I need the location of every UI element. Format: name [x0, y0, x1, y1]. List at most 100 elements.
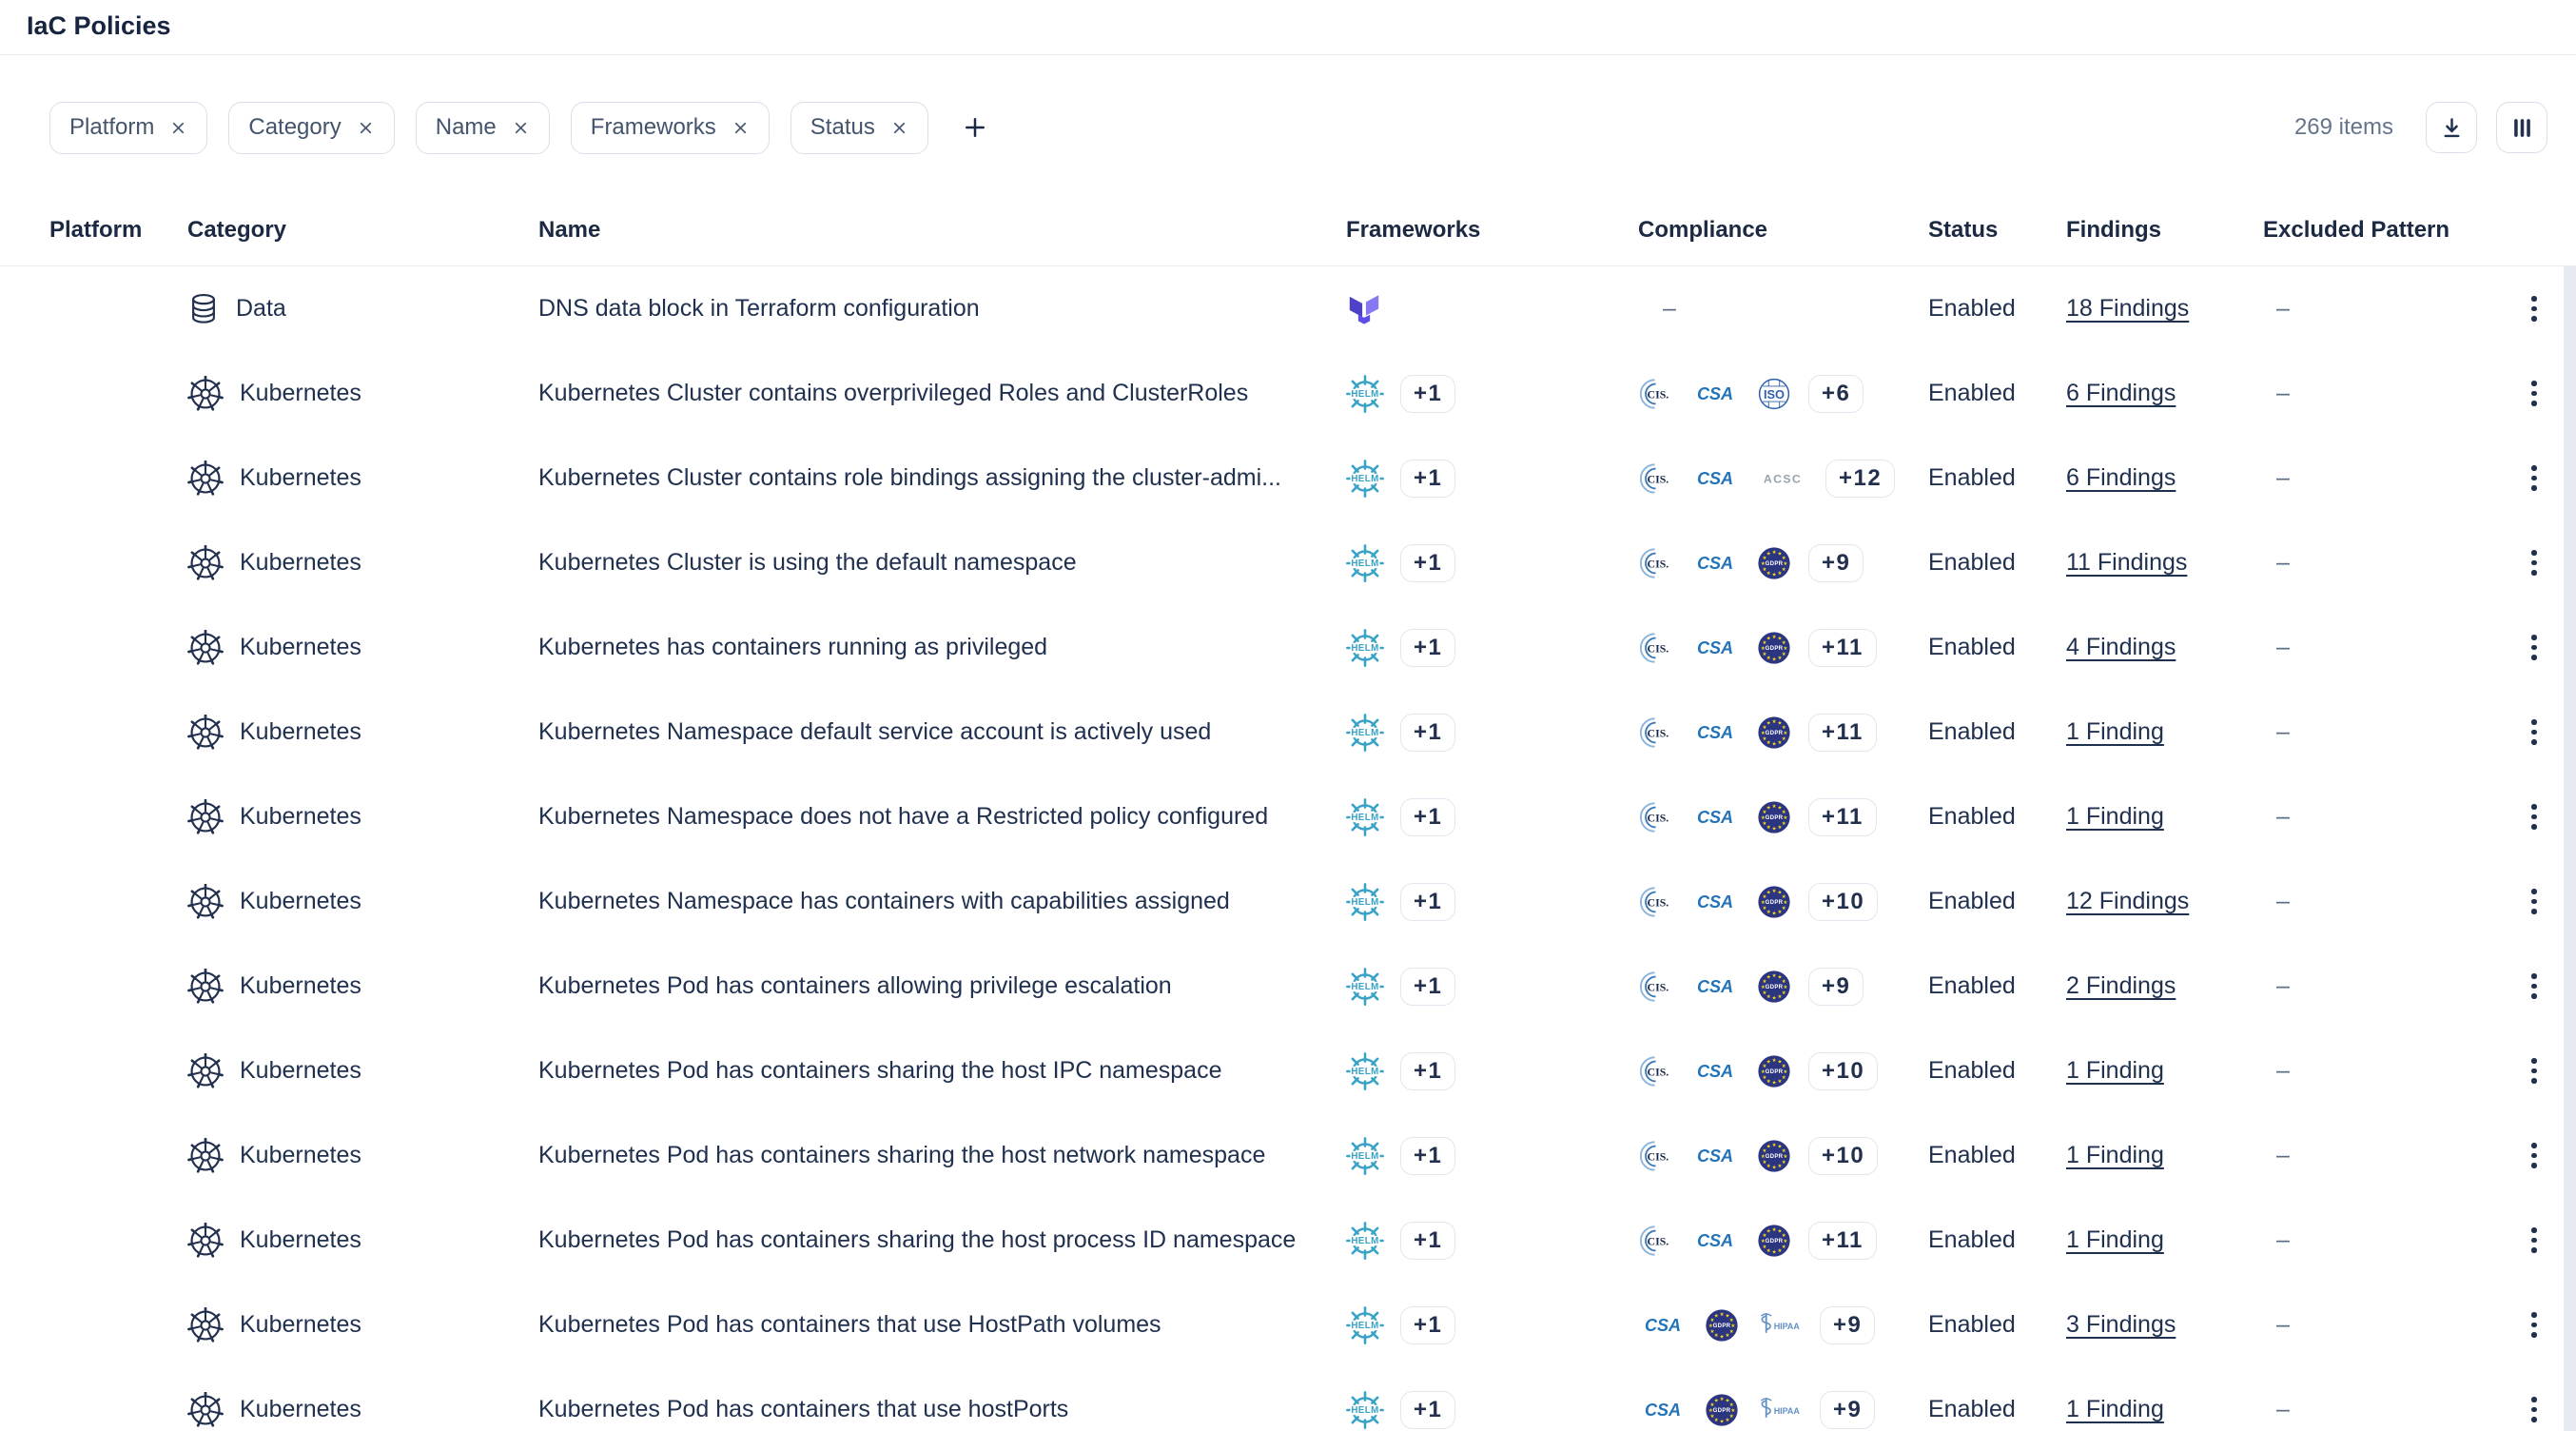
cis-icon: CIS. [1638, 1138, 1674, 1174]
row-menu-button[interactable] [2524, 1304, 2545, 1345]
table-row[interactable]: KubernetesKubernetes Pod has containers … [49, 1029, 2576, 1113]
row-menu-button[interactable] [2524, 1135, 2545, 1176]
remove-filter-icon[interactable] [512, 119, 530, 137]
findings-link[interactable]: 6 Findings [2066, 464, 2176, 491]
gdpr-icon: ★★★★★★★★★★★★GDPR [1756, 1138, 1792, 1174]
category-cell: Kubernetes [187, 1392, 538, 1428]
row-menu-button[interactable] [2524, 966, 2545, 1007]
findings-link[interactable]: 3 Findings [2066, 1311, 2176, 1338]
table-row[interactable]: KubernetesKubernetes Cluster contains ro… [49, 436, 2576, 520]
download-icon [2439, 115, 2465, 141]
compliance-cell: CIS.CSA★★★★★★★★★★★★GDPR+10 [1638, 1137, 1928, 1175]
gdpr-icon: ★★★★★★★★★★★★GDPR [1704, 1392, 1740, 1428]
table-row[interactable]: KubernetesKubernetes Namespace has conta… [49, 859, 2576, 944]
table-row[interactable]: KubernetesKubernetes Pod has containers … [49, 1283, 2576, 1367]
svg-text:★: ★ [1709, 1413, 1714, 1419]
table-row[interactable]: KubernetesKubernetes has containers runn… [49, 605, 2576, 690]
findings-link[interactable]: 1 Finding [2066, 803, 2164, 830]
frameworks-cell: HELM+1 [1346, 1306, 1638, 1344]
filter-chip-category[interactable]: Category [228, 102, 394, 154]
svg-text:★: ★ [1782, 735, 1786, 741]
table-row[interactable]: KubernetesKubernetes Pod has containers … [49, 944, 2576, 1029]
svg-text:★: ★ [1720, 1312, 1725, 1318]
row-menu-button[interactable] [2524, 881, 2545, 922]
svg-text:CIS.: CIS. [1648, 387, 1669, 401]
table-row[interactable]: KubernetesKubernetes Pod has containers … [49, 1198, 2576, 1283]
row-menu-button[interactable] [2524, 373, 2545, 414]
svg-text:★: ★ [1766, 571, 1771, 577]
row-menu-button[interactable] [2524, 1220, 2545, 1261]
csa-icon: CSA [1690, 884, 1740, 920]
frameworks-cell: HELM+1 [1346, 460, 1638, 498]
findings-link[interactable]: 2 Findings [2066, 972, 2176, 999]
svg-text:CSA: CSA [1697, 977, 1733, 996]
helm-icon: HELM [1346, 968, 1384, 1006]
helm-icon: HELM [1346, 544, 1384, 582]
svg-text:★: ★ [1772, 1080, 1777, 1086]
filter-chip-frameworks[interactable]: Frameworks [571, 102, 770, 154]
compliance-empty: – [1638, 295, 1676, 323]
svg-text:CIS.: CIS. [1648, 895, 1669, 909]
columns-button[interactable] [2496, 102, 2547, 153]
svg-text:★: ★ [1778, 571, 1783, 577]
row-menu-button[interactable] [2524, 796, 2545, 837]
kubernetes-icon [187, 461, 224, 497]
filter-chip-platform[interactable]: Platform [49, 102, 207, 154]
policy-name: Kubernetes Pod has containers sharing th… [538, 1226, 1346, 1254]
remove-filter-icon[interactable] [732, 119, 750, 137]
remove-filter-icon[interactable] [357, 119, 375, 137]
svg-text:CSA: CSA [1697, 892, 1733, 912]
category-label: Kubernetes [240, 634, 361, 661]
kubernetes-icon [187, 1392, 224, 1428]
excluded-pattern-value: – [2276, 634, 2290, 660]
scrollbar[interactable] [2564, 266, 2576, 1431]
remove-filter-icon[interactable] [890, 119, 908, 137]
add-filter-button[interactable] [955, 108, 995, 147]
row-menu-button[interactable] [2524, 542, 2545, 583]
filter-chip-name[interactable]: Name [416, 102, 550, 154]
frameworks-more-badge: +1 [1400, 798, 1455, 836]
svg-text:ISO: ISO [1764, 387, 1785, 402]
row-menu-button[interactable] [2524, 1050, 2545, 1091]
svg-text:CSA: CSA [1697, 1147, 1733, 1166]
gdpr-icon: ★★★★★★★★★★★★GDPR [1756, 884, 1792, 920]
table-row[interactable]: KubernetesKubernetes Namespace does not … [49, 774, 2576, 859]
findings-link[interactable]: 1 Finding [2066, 1396, 2164, 1422]
status-value: Enabled [1928, 549, 2066, 577]
download-button[interactable] [2426, 102, 2477, 153]
table-row[interactable]: KubernetesKubernetes Cluster contains ov… [49, 351, 2576, 436]
compliance-more-badge: +9 [1808, 544, 1864, 582]
filter-chip-status[interactable]: Status [790, 102, 928, 154]
findings-link[interactable]: 18 Findings [2066, 295, 2189, 322]
findings-link[interactable]: 6 Findings [2066, 380, 2176, 406]
findings-link[interactable]: 1 Finding [2066, 1057, 2164, 1084]
table-row[interactable]: KubernetesKubernetes Namespace default s… [49, 690, 2576, 774]
table-row[interactable]: KubernetesKubernetes Pod has containers … [49, 1113, 2576, 1198]
svg-text:★: ★ [1772, 741, 1777, 747]
findings-link[interactable]: 1 Finding [2066, 1142, 2164, 1168]
table-row[interactable]: KubernetesKubernetes Pod has containers … [49, 1367, 2576, 1431]
remove-filter-icon[interactable] [169, 119, 187, 137]
excluded-pattern-value: – [2276, 1311, 2290, 1338]
helm-icon: HELM [1346, 798, 1384, 836]
category-label: Kubernetes [240, 1142, 361, 1169]
toolbar: PlatformCategoryNameFrameworksStatus 269… [49, 99, 2547, 156]
row-menu-button[interactable] [2524, 627, 2545, 668]
row-menu-button[interactable] [2524, 458, 2545, 499]
excluded-pattern-value: – [2276, 1142, 2290, 1168]
row-menu-button[interactable] [2524, 1389, 2545, 1430]
svg-text:GDPR: GDPR [1766, 814, 1784, 821]
findings-link[interactable]: 4 Findings [2066, 634, 2176, 660]
svg-text:★: ★ [1772, 1249, 1777, 1255]
findings-link[interactable]: 12 Findings [2066, 888, 2189, 914]
svg-text:HELM: HELM [1351, 897, 1378, 908]
findings-link[interactable]: 1 Finding [2066, 1226, 2164, 1253]
svg-text:CIS.: CIS. [1648, 726, 1669, 739]
table-row[interactable]: DataDNS data block in Terraform configur… [49, 266, 2576, 351]
frameworks-more-badge: +1 [1400, 883, 1455, 921]
findings-link[interactable]: 11 Findings [2066, 549, 2187, 576]
row-menu-button[interactable] [2524, 288, 2545, 329]
table-row[interactable]: KubernetesKubernetes Cluster is using th… [49, 520, 2576, 605]
findings-link[interactable]: 1 Finding [2066, 718, 2164, 745]
row-menu-button[interactable] [2524, 712, 2545, 753]
